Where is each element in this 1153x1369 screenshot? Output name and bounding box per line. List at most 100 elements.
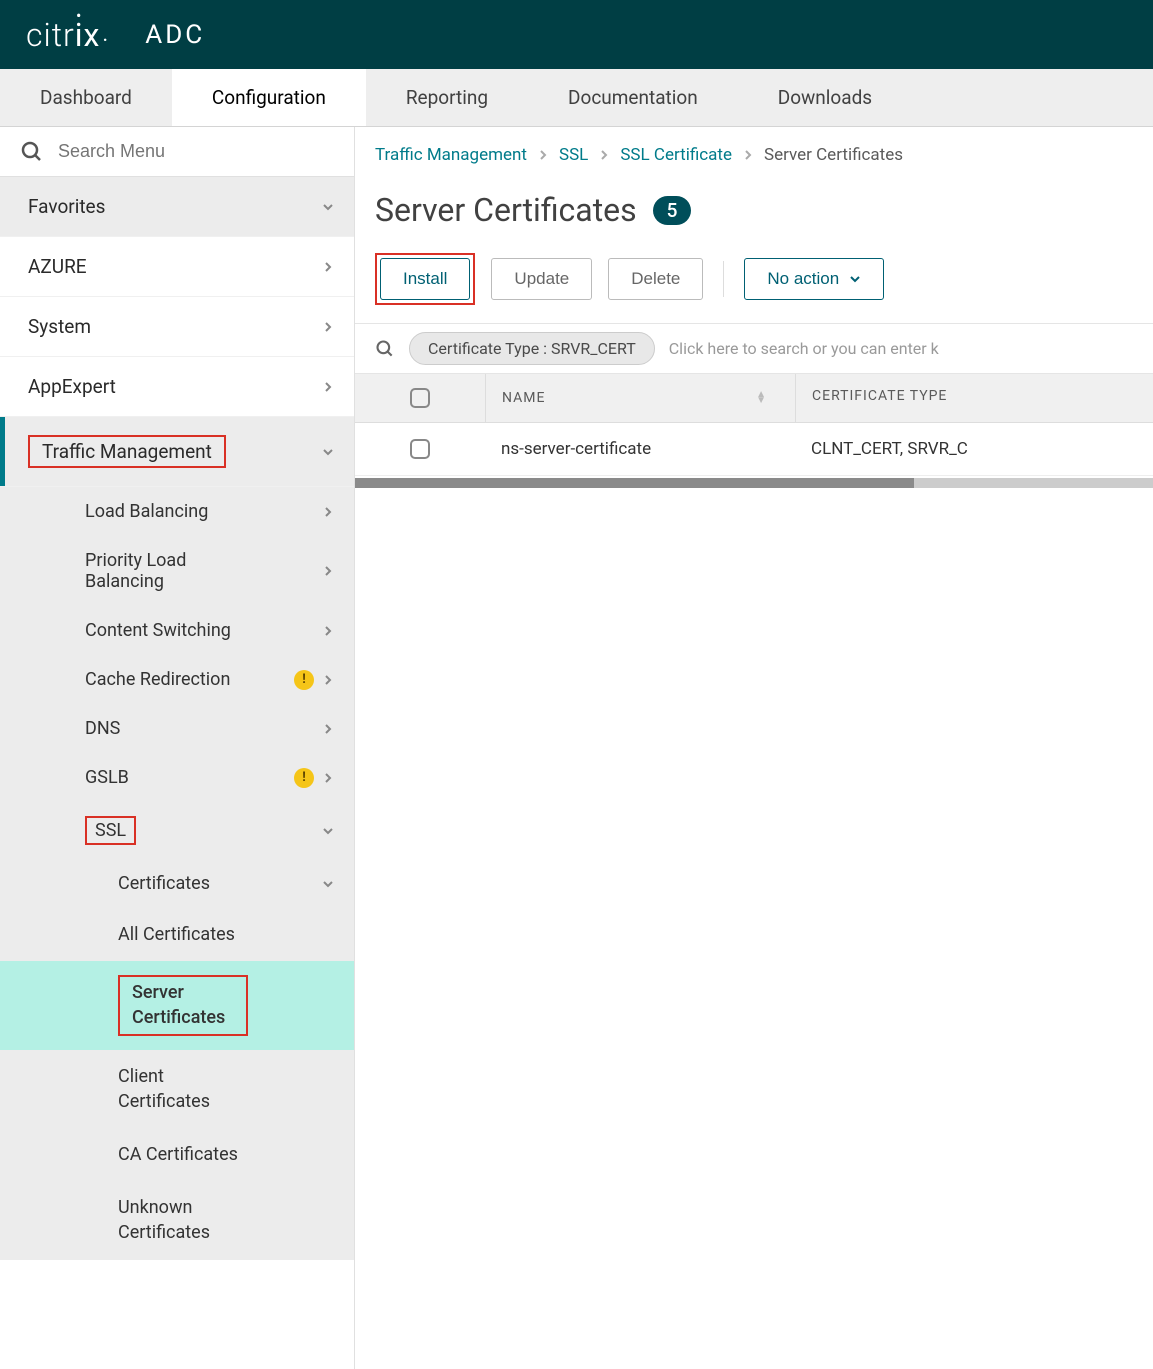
tab-dashboard[interactable]: Dashboard: [0, 69, 172, 126]
sidebar-item-server-certificates[interactable]: Server Certificates: [0, 961, 354, 1049]
column-name-label: NAME: [502, 390, 545, 406]
row-name: ns-server-certificate: [485, 423, 795, 475]
sidebar-item-label: System: [28, 315, 91, 338]
sidebar-item-label: CA Certificates: [118, 1142, 238, 1167]
breadcrumb-current: Server Certificates: [764, 145, 903, 165]
search-box[interactable]: [0, 127, 354, 177]
sidebar-item-appexpert[interactable]: AppExpert: [0, 357, 354, 417]
delete-button[interactable]: Delete: [608, 258, 703, 300]
server-certificates-label: Server Certificates: [118, 975, 248, 1035]
page-title-row: Server Certificates 5: [355, 183, 1153, 253]
chevron-right-icon: [322, 321, 334, 333]
search-icon: [20, 140, 44, 164]
row-checkbox[interactable]: [410, 439, 430, 459]
chevron-down-icon: [322, 878, 334, 890]
column-name[interactable]: NAME ▲▼: [485, 374, 795, 422]
chevron-right-icon: [322, 261, 334, 273]
sidebar-item-client-certificates[interactable]: Client Certificates: [0, 1050, 354, 1128]
sidebar-item-label: Priority Load Balancing: [85, 550, 255, 592]
traffic-management-label: Traffic Management: [28, 435, 226, 468]
sort-icon: ▲▼: [756, 392, 767, 404]
header-bar: citri•x. ADC: [0, 0, 1153, 69]
horizontal-scrollbar[interactable]: [355, 478, 1153, 488]
chevron-down-icon: [322, 201, 334, 213]
chevron-down-icon: [322, 446, 334, 458]
sidebar-favorites[interactable]: Favorites: [0, 177, 354, 237]
column-certificate-type[interactable]: CERTIFICATE TYPE: [795, 374, 1153, 422]
filter-row: Certificate Type : SRVR_CERT Click here …: [355, 323, 1153, 374]
product-name: ADC: [145, 20, 205, 50]
sidebar-item-certificates[interactable]: Certificates: [0, 859, 354, 908]
sidebar-item-content-switching[interactable]: Content Switching: [0, 606, 354, 655]
sidebar-item-load-balancing[interactable]: Load Balancing: [0, 487, 354, 536]
warning-icon: !: [294, 768, 314, 788]
main-tabs: Dashboard Configuration Reporting Docume…: [0, 69, 1153, 127]
sidebar-item-label: Load Balancing: [85, 501, 208, 522]
chevron-right-icon: [539, 149, 547, 161]
install-button[interactable]: Install: [380, 258, 470, 300]
column-checkbox: [355, 374, 485, 422]
tab-downloads[interactable]: Downloads: [738, 69, 912, 126]
page-title: Server Certificates: [375, 191, 637, 229]
sidebar-item-label: Content Switching: [85, 620, 231, 641]
main-panel: Traffic Management SSL SSL Certificate S…: [355, 127, 1153, 1369]
select-all-checkbox[interactable]: [410, 388, 430, 408]
no-action-label: No action: [767, 269, 839, 289]
action-bar: Install Update Delete No action: [355, 253, 1153, 323]
tab-reporting[interactable]: Reporting: [366, 69, 528, 126]
install-highlight: Install: [375, 253, 475, 305]
sidebar-item-label: DNS: [85, 718, 120, 739]
breadcrumb-link[interactable]: SSL Certificate: [620, 145, 732, 165]
chevron-right-icon: [322, 723, 334, 735]
breadcrumb-link[interactable]: SSL: [559, 145, 588, 165]
no-action-dropdown[interactable]: No action: [744, 258, 884, 300]
update-button[interactable]: Update: [491, 258, 592, 300]
sidebar-item-label: Certificates: [118, 873, 210, 894]
tab-documentation[interactable]: Documentation: [528, 69, 738, 126]
scrollbar-thumb[interactable]: [355, 478, 914, 488]
chevron-down-icon: [849, 275, 861, 283]
sidebar-item-label: AZURE: [28, 255, 87, 278]
row-checkbox-cell: [355, 423, 485, 475]
sidebar-item-priority-load-balancing[interactable]: Priority Load Balancing: [0, 536, 354, 606]
ssl-label: SSL: [85, 816, 136, 845]
table-row[interactable]: ns-server-certificate CLNT_CERT, SRVR_C: [355, 423, 1153, 476]
table-header: NAME ▲▼ CERTIFICATE TYPE: [355, 374, 1153, 423]
breadcrumb: Traffic Management SSL SSL Certificate S…: [355, 127, 1153, 183]
content-area: Favorites AZURE System AppExpert Traffic…: [0, 127, 1153, 1369]
certificates-table: NAME ▲▼ CERTIFICATE TYPE ns-server-certi…: [355, 374, 1153, 488]
sidebar-item-system[interactable]: System: [0, 297, 354, 357]
citrix-logo: citri•x.: [26, 16, 109, 54]
tab-configuration[interactable]: Configuration: [172, 69, 366, 126]
sidebar-item-unknown-certificates[interactable]: Unknown Certificates: [0, 1181, 354, 1259]
search-input[interactable]: [58, 141, 334, 162]
sidebar-item-ca-certificates[interactable]: CA Certificates: [0, 1128, 354, 1181]
column-type-label: CERTIFICATE TYPE: [812, 388, 947, 404]
sidebar-item-traffic-management[interactable]: Traffic Management: [0, 417, 354, 487]
filter-hint[interactable]: Click here to search or you can enter k: [669, 339, 939, 358]
chevron-right-icon: [322, 565, 334, 577]
chevron-down-icon: [322, 825, 334, 837]
chevron-right-icon: [322, 772, 334, 784]
chevron-right-icon: [322, 625, 334, 637]
breadcrumb-link[interactable]: Traffic Management: [375, 145, 527, 165]
chevron-right-icon: [322, 506, 334, 518]
filter-chip[interactable]: Certificate Type : SRVR_CERT: [409, 332, 655, 365]
chevron-right-icon: [322, 381, 334, 393]
sidebar-item-dns[interactable]: DNS: [0, 704, 354, 753]
sidebar-item-all-certificates[interactable]: All Certificates: [0, 908, 354, 961]
sidebar-item-cache-redirection[interactable]: Cache Redirection !: [0, 655, 354, 704]
sidebar-item-gslb[interactable]: GSLB !: [0, 753, 354, 802]
sidebar-item-azure[interactable]: AZURE: [0, 237, 354, 297]
sidebar-item-label: GSLB: [85, 767, 129, 788]
sidebar-item-label: Cache Redirection: [85, 669, 230, 690]
chevron-right-icon: [600, 149, 608, 161]
search-icon[interactable]: [375, 339, 395, 359]
divider: [723, 261, 724, 297]
sidebar-item-ssl[interactable]: SSL: [0, 802, 354, 859]
sidebar-item-label: Client Certificates: [118, 1064, 248, 1114]
favorites-label: Favorites: [28, 195, 105, 218]
sidebar: Favorites AZURE System AppExpert Traffic…: [0, 127, 355, 1369]
warning-icon: !: [294, 670, 314, 690]
row-type: CLNT_CERT, SRVR_C: [795, 423, 1153, 475]
